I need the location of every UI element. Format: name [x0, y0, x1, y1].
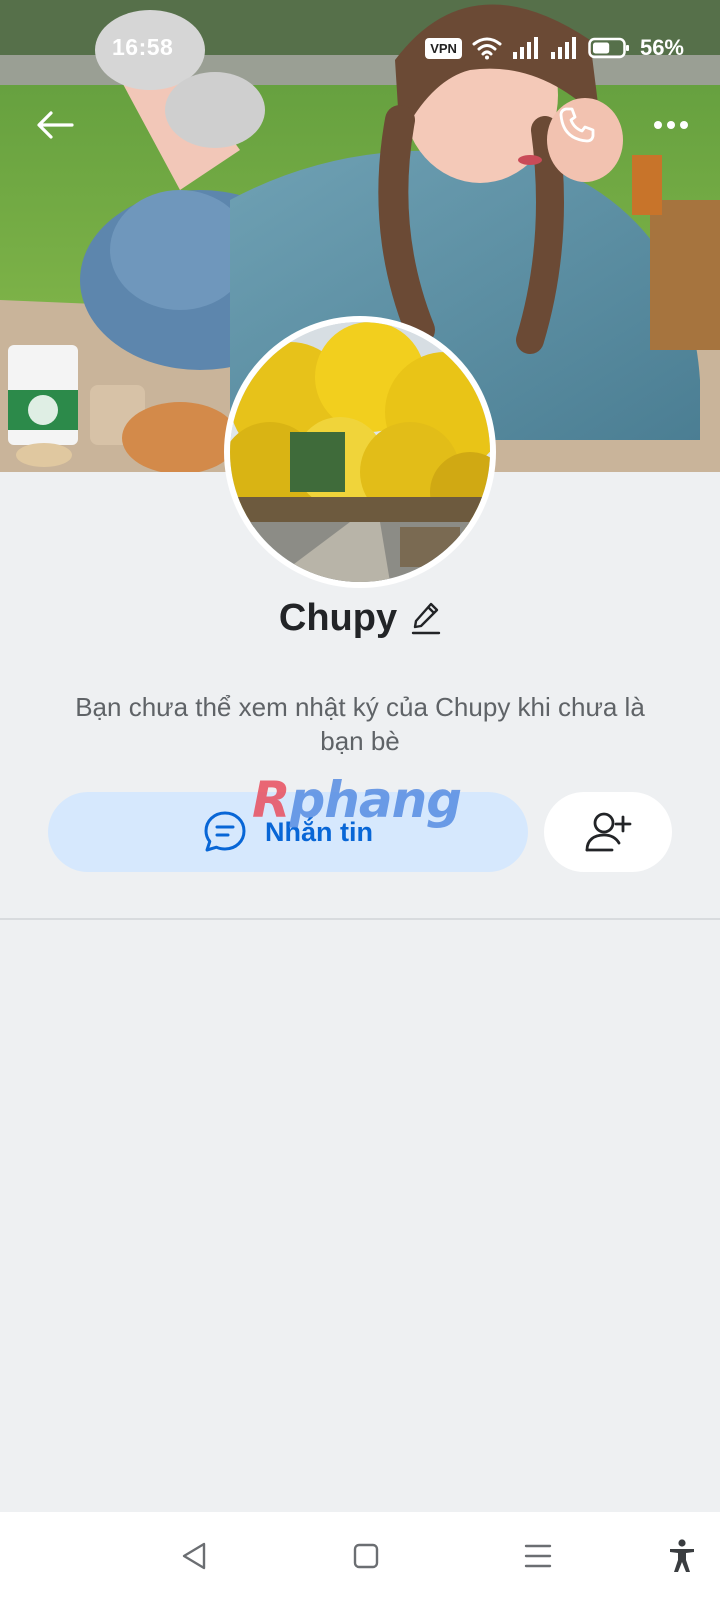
phone-icon: [559, 107, 595, 143]
nav-back-icon: [182, 1542, 206, 1570]
call-button[interactable]: [552, 100, 602, 150]
battery-icon: [588, 37, 629, 59]
vpn-badge: VPN: [425, 37, 462, 59]
nav-back-button[interactable]: [172, 1534, 216, 1578]
system-nav-bar: [0, 1512, 720, 1600]
diary-privacy-note: Bạn chưa thể xem nhật ký của Chupy khi c…: [75, 692, 645, 756]
add-user-icon: [585, 812, 632, 852]
more-button[interactable]: [646, 100, 696, 150]
signal-icon: [550, 37, 576, 59]
nav-recents-button[interactable]: [516, 1534, 560, 1578]
back-arrow-icon: [37, 111, 74, 139]
more-dots-icon: [654, 121, 688, 129]
accessibility-icon: [670, 1539, 694, 1572]
profile-name: Chupy: [278, 596, 398, 639]
status-indicators: VPN 56%: [425, 34, 684, 62]
profile-screen: 16:58 VPN 56% Chupy Bạn chưa thể xem nhậ…: [0, 0, 720, 1600]
nav-home-icon: [353, 1543, 379, 1569]
edit-pencil-icon[interactable]: [411, 601, 441, 635]
wifi-icon: [472, 37, 502, 60]
status-bar: 16:58 VPN 56%: [0, 0, 720, 96]
accessibility-button[interactable]: [660, 1534, 704, 1578]
add-friend-button[interactable]: [544, 792, 672, 872]
battery-percent: 56%: [639, 35, 684, 60]
back-button[interactable]: [30, 100, 80, 150]
profile-name-row: Chupy: [0, 590, 720, 646]
status-time: 16:58: [112, 34, 174, 60]
nav-recents-icon: [524, 1544, 552, 1568]
avatar[interactable]: [224, 316, 496, 588]
chat-bubble-icon: [204, 811, 246, 852]
avatar-photo: [230, 322, 490, 582]
section-divider: [0, 918, 720, 920]
signal-icon: [512, 37, 538, 59]
nav-home-button[interactable]: [344, 1534, 388, 1578]
message-button-label: Nhắn tin: [265, 816, 373, 847]
message-button[interactable]: Nhắn tin: [48, 792, 528, 872]
